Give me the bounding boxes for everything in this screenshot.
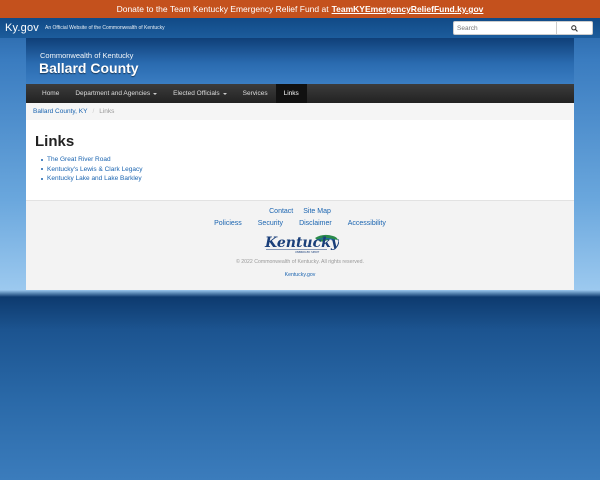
nav-item-links[interactable]: Links xyxy=(275,84,307,103)
link-text[interactable]: The Great River Road xyxy=(47,155,111,165)
nav-item-services[interactable]: Services xyxy=(235,84,276,103)
nav-item-label: Services xyxy=(242,90,268,97)
logo-wordmark: Kentucky xyxy=(264,235,339,251)
breadcrumb-current: Links xyxy=(99,108,115,115)
nav-item-label: Links xyxy=(283,90,299,97)
bullet-icon xyxy=(41,177,43,180)
link-text[interactable]: Kentucky's Lewis & Clark Legacy xyxy=(47,165,143,175)
breadcrumb-separator: / xyxy=(92,108,95,115)
footer-link-site-map[interactable]: Site Map xyxy=(303,208,331,215)
page-title: Links xyxy=(35,133,75,150)
header-subtitle: Commonwealth of Kentucky xyxy=(40,51,134,60)
bullet-icon xyxy=(41,168,43,171)
breadcrumb: Ballard County, KY / Links xyxy=(26,103,574,120)
list-item[interactable]: The Great River Road xyxy=(41,155,565,165)
breadcrumb-home[interactable]: Ballard County, KY xyxy=(33,108,87,115)
nav-item-label: Home xyxy=(42,90,60,97)
nav-item-label: Department and Agencies xyxy=(75,90,151,97)
footer-link-security[interactable]: Security xyxy=(258,220,283,227)
nav-item-departments[interactable]: Department and Agencies xyxy=(67,84,165,103)
kentucky-logo[interactable]: Kentucky UNBRIDLED SPIRIT xyxy=(263,232,339,254)
footer-link-accessibility[interactable]: Accessibility xyxy=(348,220,386,227)
footer-links-secondary: Policiess Security Disclaimer Accessibil… xyxy=(26,220,574,227)
main-nav: Home Department and Agencies Elected Off… xyxy=(26,84,574,103)
footer-link-contact[interactable]: Contact xyxy=(269,208,293,215)
page-container: Commonwealth of Kentucky Ballard County … xyxy=(26,38,574,290)
footer-link-kentucky-gov[interactable]: Kentucky.gov xyxy=(26,272,574,278)
nav-item-elected-officials[interactable]: Elected Officials xyxy=(165,84,234,103)
search-input[interactable] xyxy=(453,21,557,35)
bullet-icon xyxy=(41,158,43,161)
header-title[interactable]: Ballard County xyxy=(39,60,139,76)
nav-item-home[interactable]: Home xyxy=(34,84,67,103)
search-button[interactable] xyxy=(557,21,593,35)
nav-item-label: Elected Officials xyxy=(173,90,220,97)
banner-link[interactable]: TeamKYEmergencyReliefFund.ky.gov xyxy=(332,4,484,14)
search-icon xyxy=(571,24,578,32)
kygov-logo[interactable]: Ky.gov xyxy=(5,22,39,34)
list-item[interactable]: Kentucky's Lewis & Clark Legacy xyxy=(41,165,565,175)
site-header: Commonwealth of Kentucky Ballard County xyxy=(26,38,574,84)
banner-text: Donate to the Team Kentucky Emergency Re… xyxy=(116,4,329,14)
footer-link-disclaimer[interactable]: Disclaimer xyxy=(299,220,332,227)
search-form xyxy=(453,21,593,35)
logo-tagline: UNBRIDLED SPIRIT xyxy=(295,250,320,254)
caret-down-icon xyxy=(222,92,227,95)
links-list: The Great River Road Kentucky's Lewis & … xyxy=(35,155,565,184)
list-item[interactable]: Kentucky Lake and Lake Barkley xyxy=(41,174,565,184)
copyright-text: © 2022 Commonwealth of Kentucky. All rig… xyxy=(236,259,364,265)
site-footer: Contact Site Map Policiess Security Disc… xyxy=(26,200,574,290)
link-text[interactable]: Kentucky Lake and Lake Barkley xyxy=(47,174,142,184)
official-website-text: An Official Website of the Commonwealth … xyxy=(45,25,165,31)
caret-down-icon xyxy=(153,92,158,95)
footer-links-primary: Contact Site Map xyxy=(26,208,574,215)
donation-banner: Donate to the Team Kentucky Emergency Re… xyxy=(0,0,600,18)
main-content: Links The Great River Road Kentucky's Le… xyxy=(26,120,574,200)
footer-link-policies[interactable]: Policiess xyxy=(214,220,242,227)
